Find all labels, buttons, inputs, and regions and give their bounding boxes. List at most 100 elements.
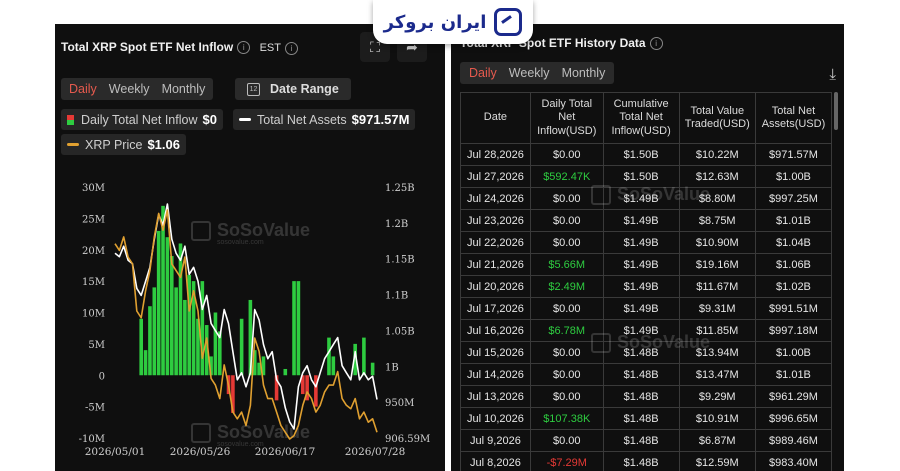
history-data-panel: Total XRP Spot ETF History Data i Daily W…	[451, 24, 844, 471]
cell-value-traded: $10.91M	[678, 407, 756, 430]
cell-value-traded: $9.31M	[678, 297, 756, 320]
cell-value-traded: $8.80M	[678, 187, 756, 210]
cell-daily-inflow: $0.00	[529, 143, 604, 166]
table-row[interactable]: Jul 17,2026 $0.00 $1.49B $9.31M $991.51M	[460, 297, 833, 320]
left-tick-label: 15M	[82, 277, 105, 288]
net-inflow-panel: Total XRP Spot ETF Net Inflow i EST i ⛶ ➦ …	[55, 24, 445, 471]
left-tick-label: 0	[99, 371, 105, 382]
cell-value-traded: $13.94M	[678, 341, 756, 364]
cell-cumulative: $1.49B	[602, 231, 680, 254]
x-tick-label: 2026/06/17	[255, 446, 316, 458]
cell-net-assets: $961.29M	[754, 385, 833, 408]
cell-cumulative: $1.48B	[602, 429, 680, 452]
brand-logo: ایران بروکر	[373, 0, 533, 44]
cell-value-traded: $10.90M	[678, 231, 756, 254]
cell-daily-inflow: $0.00	[529, 363, 604, 386]
table-row[interactable]: Jul 21,2026 $5.66M $1.49B $19.16M $1.06B	[460, 253, 833, 276]
inflow-bar-positive	[327, 337, 331, 376]
cell-value-traded: $12.59M	[678, 451, 756, 471]
left-tick-label: 10M	[82, 309, 105, 320]
cell-net-assets: $1.00B	[754, 341, 833, 364]
cell-daily-inflow: $0.00	[529, 341, 604, 364]
cell-net-assets: $1.01B	[754, 209, 833, 232]
table-scrollbar[interactable]	[834, 92, 838, 130]
cell-daily-inflow: $0.00	[529, 385, 604, 408]
col-value-traded[interactable]: Total Value Traded(USD)	[678, 92, 756, 144]
cell-net-assets: $1.01B	[754, 363, 833, 386]
x-tick-label: 2026/05/26	[170, 446, 231, 458]
cell-value-traded: $8.75M	[678, 209, 756, 232]
table-header-row: Date Daily Total Net Inflow(USD) Cumulat…	[460, 92, 833, 144]
left-tick-label: 20M	[82, 246, 105, 257]
inflow-bar-positive	[183, 299, 187, 376]
inflow-bar-positive	[139, 318, 143, 376]
cell-date: Jul 21,2026	[460, 253, 531, 276]
cell-net-assets: $1.04B	[754, 231, 833, 254]
cell-date: Jul 23,2026	[460, 209, 531, 232]
table-row[interactable]: Jul 10,2026 $107.38K $1.48B $10.91M $996.65M	[460, 407, 833, 430]
cell-cumulative: $1.50B	[602, 143, 680, 166]
brand-mark-icon	[494, 8, 523, 36]
cell-date: Jul 22,2026	[460, 231, 531, 254]
col-net-assets[interactable]: Total Net Assets(USD)	[754, 92, 833, 144]
col-daily-inflow[interactable]: Daily Total Net Inflow(USD)	[529, 92, 604, 144]
col-cumulative-inflow[interactable]: Cumulative Total Net Inflow(USD)	[602, 92, 680, 144]
table-row[interactable]: Jul 9,2026 $0.00 $1.48B $6.87M $989.46M	[460, 429, 833, 452]
cell-daily-inflow: $0.00	[529, 231, 604, 254]
inflow-bar-positive	[331, 356, 336, 376]
table-row[interactable]: Jul 8,2026 -$7.29M $1.48B $12.59M $983.40M	[460, 451, 833, 471]
inflow-bar-positive	[362, 337, 366, 376]
cell-net-assets: $991.51M	[754, 297, 833, 320]
table-body: Jul 28,2026 $0.00 $1.50B $10.22M $971.57M Jul…	[460, 143, 833, 471]
cell-value-traded: $19.16M	[678, 253, 756, 276]
inflow-bar-positive	[165, 237, 170, 376]
cell-daily-inflow: $6.78M	[529, 319, 604, 342]
right-tick-label: 1.1B	[385, 291, 408, 302]
col-date[interactable]: Date	[460, 92, 531, 144]
right-tick-label: 1.05B	[385, 326, 415, 337]
tab-daily[interactable]: Daily	[463, 62, 503, 84]
cell-value-traded: $10.22M	[678, 143, 756, 166]
table-row[interactable]: Jul 24,2026 $0.00 $1.49B $8.80M $997.25M	[460, 187, 833, 210]
tab-weekly[interactable]: Weekly	[503, 62, 556, 84]
right-tick-label: 1.25B	[385, 183, 415, 194]
history-period-tabs: Daily Weekly Monthly	[460, 62, 615, 84]
inflow-bar-positive	[296, 281, 301, 376]
brand-name: ایران بروکر	[383, 11, 487, 33]
cell-net-assets: $989.46M	[754, 429, 833, 452]
cell-value-traded: $12.63M	[678, 165, 756, 188]
table-row[interactable]: Jul 13,2026 $0.00 $1.48B $9.29M $961.29M	[460, 385, 833, 408]
cell-value-traded: $6.87M	[678, 429, 756, 452]
table-row[interactable]: Jul 14,2026 $0.00 $1.48B $13.47M $1.01B	[460, 363, 833, 386]
left-tick-label: 25M	[82, 214, 105, 225]
info-icon[interactable]: i	[649, 37, 663, 51]
history-table: Date Daily Total Net Inflow(USD) Cumulat…	[460, 92, 833, 471]
cell-cumulative: $1.49B	[602, 253, 680, 276]
inflow-chart[interactable]: 30M 25M 20M 15M 10M 5M 0 -5M -10M 1.25B 1.2B 1.15B 1…	[55, 24, 445, 471]
cell-date: Jul 27,2026	[460, 165, 531, 188]
cell-date: Jul 9,2026	[460, 429, 531, 452]
table-row[interactable]: Jul 27,2026 $592.47K $1.50B $12.63M $1.00B	[460, 165, 833, 188]
tab-monthly[interactable]: Monthly	[556, 62, 612, 84]
cell-cumulative: $1.49B	[602, 209, 680, 232]
cell-cumulative: $1.48B	[602, 407, 680, 430]
cell-daily-inflow: $107.38K	[529, 407, 604, 430]
left-tick-label: 5M	[88, 340, 105, 351]
download-icon[interactable]: ⤓	[829, 66, 836, 83]
cell-net-assets: $983.40M	[754, 451, 833, 471]
cell-cumulative: $1.49B	[602, 187, 680, 210]
table-row[interactable]: Jul 20,2026 $2.49M $1.49B $11.67M $1.02B	[460, 275, 833, 298]
cell-net-assets: $971.57M	[754, 143, 833, 166]
cell-cumulative: $1.50B	[602, 165, 680, 188]
right-tick-label: 1.2B	[385, 219, 408, 230]
cell-date: Jul 8,2026	[460, 451, 531, 471]
inflow-bar-positive	[370, 362, 375, 376]
cell-date: Jul 14,2026	[460, 363, 531, 386]
table-row[interactable]: Jul 28,2026 $0.00 $1.50B $10.22M $971.57M	[460, 143, 833, 166]
table-row[interactable]: Jul 16,2026 $6.78M $1.49B $11.85M $997.18M	[460, 319, 833, 342]
inflow-bar-positive	[200, 281, 205, 376]
table-row[interactable]: Jul 23,2026 $0.00 $1.49B $8.75M $1.01B	[460, 209, 833, 232]
table-row[interactable]: Jul 15,2026 $0.00 $1.48B $13.94M $1.00B	[460, 341, 833, 364]
table-row[interactable]: Jul 22,2026 $0.00 $1.49B $10.90M $1.04B	[460, 231, 833, 254]
right-tick-label: 1B	[385, 362, 399, 373]
